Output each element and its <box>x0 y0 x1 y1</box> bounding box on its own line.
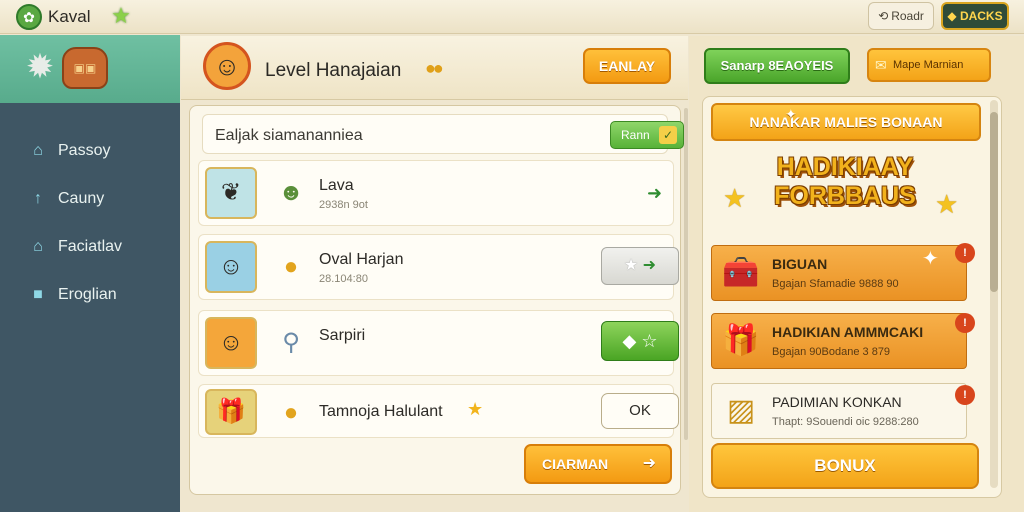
coin-bag-icon: ◆ <box>947 9 960 23</box>
notification-badge: ! <box>955 385 975 405</box>
sidebar-item-cauny[interactable]: ↑ Cauny <box>0 175 180 223</box>
list-item[interactable]: ❦ ☻ Lava 2938n 9ot ➜ <box>198 160 674 226</box>
key-icon: ✓ <box>659 126 677 144</box>
reward-item[interactable]: 🎁 HADIKIAN AMMMCAKI Bgajan 90Bodane 3 87… <box>711 313 967 369</box>
page-title: Level Hanajaian <box>265 60 402 81</box>
bonus-hero-title: HADIKIAAY FORBBAUS <box>765 153 925 211</box>
arrow-right-icon: ➜ <box>642 455 656 472</box>
season-button[interactable]: Sanarp 8EAOYEIS <box>704 48 850 84</box>
reward-title: HADIKIAN AMMMCAKI <box>772 324 924 340</box>
avatar[interactable]: ☺ <box>203 42 251 90</box>
star-icon: ★ <box>723 183 747 213</box>
cube-icon: ■ <box>33 286 43 303</box>
scrollbar[interactable] <box>684 108 688 440</box>
backpack-icon[interactable]: ▣▣ <box>62 47 108 89</box>
top-bar: ✿ Kaval ★ ⟲ Roadr ◆ DACKS <box>0 0 1024 34</box>
sparkle-icon: ✦ <box>785 106 797 122</box>
sparkle-icon: ✦ <box>922 248 939 270</box>
map-icon: ✉ <box>875 57 887 73</box>
quest-list-panel: Ealjak siamananniea Rann ✓ ❦ ☻ Lava 2938… <box>189 105 684 495</box>
reward-title: PADIMIAN KONKAN <box>772 394 902 410</box>
star-button[interactable]: ◆ ☆ <box>601 321 679 361</box>
arrow-up-icon: ↑ <box>34 190 42 207</box>
home-icon: ⌂ <box>33 142 43 159</box>
sidebar-item-passoy[interactable]: ⌂ Passoy <box>0 127 180 175</box>
back-button-label: Roadr <box>891 9 924 23</box>
star-icon: ★ <box>623 257 639 274</box>
gift-icon: 🎁 <box>722 324 760 357</box>
list-item[interactable]: ☺ ⚲ Sarpiri ◆ ☆ <box>198 310 679 376</box>
star-arrow-button[interactable]: ★ ➜ <box>601 247 679 285</box>
scrollbar-thumb[interactable] <box>990 112 998 292</box>
confirm-button-label: CIARMAN <box>542 456 609 472</box>
girl-avatar-icon: ☺ <box>205 317 257 369</box>
sidebar-header: ✹ ▣▣ <box>0 35 180 103</box>
sidebar-item-faciatlav[interactable]: ⌂ Faciatlav <box>0 223 180 271</box>
list-item-title: Tamnoja Halulant <box>319 403 443 420</box>
list-item[interactable]: ☺ ● Oval Harjan 28.104:80 ★ ➜ <box>198 234 679 300</box>
notification-badge: ! <box>955 313 975 333</box>
notification-badge: ! <box>955 243 975 263</box>
coins-icon: ● <box>283 399 299 426</box>
girl-avatar-icon: ☺ <box>205 241 257 293</box>
leaf-icon[interactable]: ✿ <box>16 4 42 30</box>
card-icon: ▨ <box>726 394 756 427</box>
reward-subtitle: Thapt: 9Souendi oic 9288:280 <box>772 416 919 428</box>
map-button-label: Mape Marnian <box>893 59 964 71</box>
list-item-title: Lava <box>319 177 354 194</box>
confirm-button[interactable]: CIARMAN ➜ <box>524 444 672 484</box>
star-icon: ★ <box>467 399 484 419</box>
gear-icon[interactable]: ✹ <box>22 49 58 85</box>
sidebar-item-label: Passoy <box>58 142 111 159</box>
tool-icon: ⚲ <box>282 329 300 356</box>
coins-icon: ●● <box>425 58 444 78</box>
map-button[interactable]: ✉ Mape Marnian <box>867 48 991 82</box>
bonus-banner: ✦ NANAKAR MALIES BONAAN <box>711 103 981 141</box>
sidebar-item-label: Eroglian <box>58 286 117 303</box>
coins-icon: ● <box>283 253 299 280</box>
list-item-title: Oval Harjan <box>319 251 404 268</box>
back-arrow-icon: ⟲ <box>878 9 889 23</box>
house-outline-icon: ⌂ <box>33 238 43 255</box>
level-header: ☺ Level Hanajaian ●● EANLAY <box>181 36 688 100</box>
character-icon: ☻ <box>278 179 304 206</box>
star-icon: ★ <box>935 189 959 219</box>
search-button-label: Rann <box>621 128 650 142</box>
bonus-button[interactable]: BONUX <box>711 443 979 489</box>
sidebar-item-label: Faciatlav <box>58 238 123 255</box>
coins-button[interactable]: ◆ DACKS <box>941 2 1009 30</box>
reward-item[interactable]: 🧰 BIGUAN Bgajan Sfamadie 9888 90 ✦ <box>711 245 967 301</box>
bonus-panel: ✦ NANAKAR MALIES BONAAN ★ HADIKIAAY FORB… <box>702 96 1002 498</box>
search-input[interactable]: Ealjak siamananniea <box>215 127 363 145</box>
search-bar[interactable]: Ealjak siamananniea Rann ✓ <box>202 114 684 154</box>
sidebar-nav: ⌂ Passoy ↑ Cauny ⌂ Faciatlav ■ Eroglian <box>0 127 180 319</box>
reward-subtitle: Bgajan 90Bodane 3 879 <box>772 346 891 358</box>
bonus-banner-label: NANAKAR MALIES BONAAN <box>749 114 943 130</box>
ok-button[interactable]: OK <box>601 393 679 429</box>
sidebar: ✹ ▣▣ ⌂ Passoy ↑ Cauny ⌂ Faciatlav ■ Erog… <box>0 35 180 512</box>
header-action-button[interactable]: EANLAY <box>583 48 671 84</box>
sidebar-item-label: Cauny <box>58 190 105 207</box>
list-item-title: Sarpiri <box>319 327 366 344</box>
app-title: Kaval <box>48 7 91 26</box>
bonus-hero-line: HADIKIAAY <box>776 153 914 181</box>
back-button[interactable]: ⟲ Roadr <box>868 2 934 30</box>
gift-icon: 🎁 <box>205 389 257 435</box>
reward-title: BIGUAN <box>772 256 828 272</box>
bonus-hero-line: FORBBAUS <box>774 182 916 210</box>
list-item-subtitle: 2938n 9ot <box>319 199 368 211</box>
list-item-subtitle: 28.104:80 <box>319 273 368 285</box>
list-item[interactable]: 🎁 ● Tamnoja Halulant ★ OK <box>198 384 679 438</box>
star-icon: ★ <box>111 3 131 28</box>
chest-icon: 🧰 <box>722 256 760 289</box>
reward-subtitle: Bgajan Sfamadie 9888 90 <box>772 278 899 290</box>
sidebar-item-eroglian[interactable]: ■ Eroglian <box>0 271 180 319</box>
search-button[interactable]: Rann ✓ <box>610 121 684 149</box>
arrow-right-icon[interactable]: ➜ <box>647 183 662 204</box>
reward-item[interactable]: ▨ PADIMIAN KONKAN Thapt: 9Souendi oic 92… <box>711 383 967 439</box>
plant-icon: ❦ <box>205 167 257 219</box>
coins-button-label: DACKS <box>959 9 1003 23</box>
